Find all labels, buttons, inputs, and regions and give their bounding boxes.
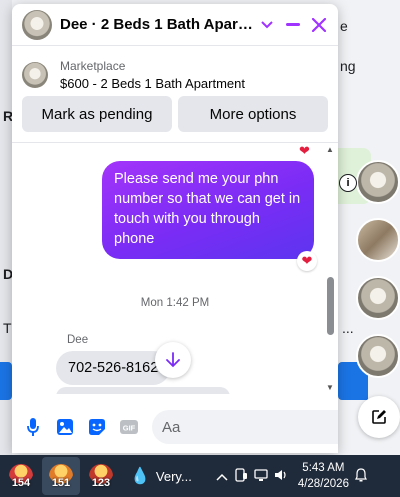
chat-header[interactable]: Dee · 2 Beds 1 Bath Apart... xyxy=(12,4,338,46)
raindrop-icon: 💧 xyxy=(130,468,150,485)
microphone-icon[interactable] xyxy=(20,414,46,440)
phone-link-icon[interactable] xyxy=(234,467,248,485)
message-thread[interactable]: ❤ Please send me your phn number so that… xyxy=(12,142,338,394)
weather-widget[interactable]: 💧 Very... xyxy=(130,466,192,486)
taskbar-app[interactable]: 123 xyxy=(82,457,120,495)
chat-head-avatar[interactable] xyxy=(356,160,400,204)
outgoing-message-bubble[interactable]: Please send me your phn number so that w… xyxy=(102,161,314,259)
chevron-up-icon[interactable] xyxy=(216,469,228,484)
clock-time: 5:43 AM xyxy=(302,462,345,474)
windows-taskbar: 154 151 123 💧 Very... 5:43 AM 4/28/2026 xyxy=(0,455,400,497)
new-message-button[interactable] xyxy=(358,396,400,438)
scroll-up-arrow-icon[interactable]: ▲ xyxy=(326,145,334,154)
message-input-field[interactable] xyxy=(152,410,338,444)
arrow-down-icon xyxy=(166,352,180,368)
info-icon[interactable]: i xyxy=(339,174,357,192)
message-composer: GIF xyxy=(12,404,338,450)
app-badge: 154 xyxy=(11,477,31,489)
svg-text:GIF: GIF xyxy=(123,424,136,433)
close-icon[interactable] xyxy=(306,12,332,38)
incoming-message-bubble[interactable] xyxy=(56,387,230,394)
thread-scrollbar[interactable]: ▲ ▼ xyxy=(326,143,334,394)
sender-name: Dee xyxy=(67,334,89,346)
more-options-button[interactable]: More options xyxy=(178,96,328,132)
listing-thumbnail xyxy=(22,62,48,88)
heart-reaction-glyph: ❤ xyxy=(301,253,313,268)
notification-icon[interactable] xyxy=(355,467,367,485)
background-text-fragment: e xyxy=(340,18,348,34)
chat-head-avatar[interactable] xyxy=(356,334,400,378)
image-icon[interactable] xyxy=(52,414,78,440)
message-input[interactable] xyxy=(162,418,338,436)
marketplace-label: Marketplace xyxy=(60,59,126,73)
message-timestamp: Mon 1:42 PM xyxy=(140,297,210,309)
sticker-icon[interactable] xyxy=(84,414,110,440)
heart-reaction-icon: ❤ xyxy=(299,143,310,158)
taskbar-app[interactable]: 154 xyxy=(2,457,40,495)
gif-icon[interactable]: GIF xyxy=(116,414,142,440)
new-message-icon xyxy=(372,410,386,424)
volume-icon[interactable] xyxy=(274,468,288,485)
weather-text: Very... xyxy=(155,468,192,484)
heart-reaction-icon[interactable]: ❤ xyxy=(297,251,317,271)
scroll-to-bottom-button[interactable] xyxy=(155,342,191,378)
mark-as-pending-button[interactable]: Mark as pending xyxy=(22,96,172,132)
chat-title[interactable]: Dee · 2 Beds 1 Bath Apart... xyxy=(60,16,254,33)
incoming-message-bubble[interactable]: 702-526-8162 xyxy=(56,351,171,385)
app-badge: 123 xyxy=(91,477,111,489)
listing-title: $600 - 2 Beds 1 Bath Apartment xyxy=(60,76,246,91)
background-button xyxy=(0,362,12,400)
clock-date: 4/28/2026 xyxy=(297,478,349,490)
background-text-fragment: ng xyxy=(340,58,356,74)
listing-actions: Mark as pending More options xyxy=(12,96,338,132)
network-icon[interactable] xyxy=(254,468,268,485)
taskbar-app-active[interactable]: 151 xyxy=(42,457,80,495)
minimize-icon[interactable] xyxy=(280,12,306,38)
scrollbar-thumb[interactable] xyxy=(327,277,334,335)
system-tray xyxy=(216,467,288,485)
chat-head-avatar[interactable] xyxy=(356,218,400,262)
marketplace-listing[interactable]: Marketplace $600 - 2 Beds 1 Bath Apartme… xyxy=(12,46,338,96)
chevron-down-icon[interactable] xyxy=(254,12,280,38)
app-badge: 151 xyxy=(51,477,71,489)
background-text-fragment: ... xyxy=(342,320,354,336)
contact-avatar[interactable] xyxy=(22,9,52,40)
scroll-down-arrow-icon[interactable]: ▼ xyxy=(326,383,334,392)
system-clock[interactable]: 5:43 AM 4/28/2026 xyxy=(298,460,349,492)
chat-head-avatar[interactable] xyxy=(356,276,400,320)
background-text-fragment: T xyxy=(3,320,12,336)
messenger-chat-window: Dee · 2 Beds 1 Bath Apart... Marketplace… xyxy=(12,4,338,453)
